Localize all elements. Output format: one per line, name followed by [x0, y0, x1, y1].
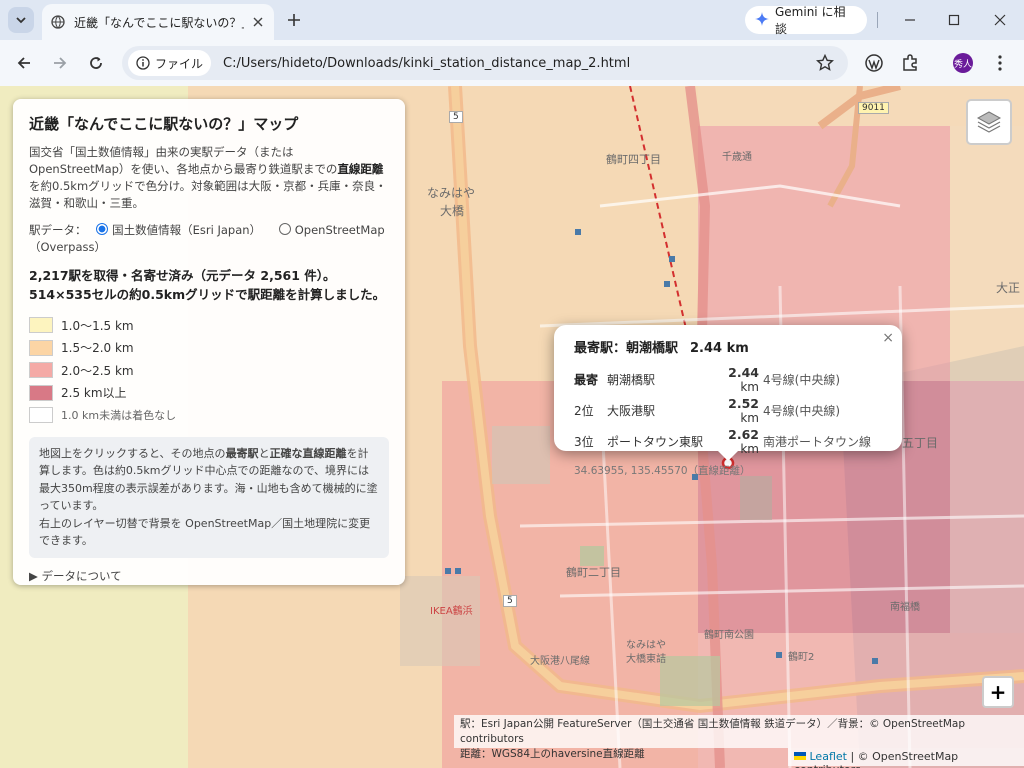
legend-swatch: [29, 317, 53, 334]
extensions-puzzle-icon[interactable]: [899, 52, 921, 74]
usage-hint: 地図上をクリックすると、その地点の最寄駅と正確な直線距離を計算します。色は約0.…: [29, 436, 389, 558]
layer-switcher-button[interactable]: [966, 99, 1012, 145]
data-details-toggle[interactable]: ▶ データについて: [29, 568, 389, 584]
forward-button[interactable]: [47, 50, 73, 76]
plus-icon: [288, 14, 300, 26]
legend-swatch: [29, 384, 53, 401]
panel-description: 国交省「国土数値情報」由来の実駅データ（または OpenStreetMap）を使…: [29, 145, 387, 210]
table-row: 2位 大阪港駅 2.52 km 4号線(中央線): [574, 396, 840, 425]
map-label: 大阪港八尾線: [530, 656, 590, 667]
browser-toolbar: ファイル C:/Users/hideto/Downloads/kinki_sta…: [0, 40, 1024, 86]
legend-swatch: [29, 339, 53, 356]
file-chip-label: ファイル: [155, 56, 204, 71]
map-label: 鶴町2: [788, 652, 815, 663]
back-button[interactable]: [11, 50, 37, 76]
map-label: 大正: [996, 281, 1021, 295]
map-label: 鶴町二丁目: [566, 566, 621, 579]
table-row: 最寄 朝潮橋駅 2.44 km 4号線(中央線): [574, 365, 840, 394]
globe-icon: [50, 14, 66, 30]
new-tab-button[interactable]: [282, 8, 306, 32]
address-bar[interactable]: ファイル C:/Users/hideto/Downloads/kinki_sta…: [122, 46, 848, 80]
station-ranking-table: 最寄 朝潮橋駅 2.44 km 4号線(中央線) 2位 大阪港駅 2.52 km…: [574, 364, 871, 457]
legend-swatch: [29, 362, 53, 379]
bookmark-star-icon[interactable]: [816, 54, 834, 72]
data-attribution: 駅：Esri Japan公開 FeatureServer（国土交通省 国土数値情…: [454, 715, 1024, 760]
reload-button[interactable]: [83, 50, 109, 76]
tab-title: 近畿「なんでここに駅ないの？」マップ: [74, 15, 244, 30]
forward-arrow-icon: [54, 57, 67, 69]
source-selector: 駅データ： 国土数値情報（Esri Japan） OpenStreetMap（O…: [29, 222, 389, 256]
map-canvas[interactable]: 鶴町四丁目 なみはや 大橋 5 5 9011 鶴町二丁目 IKEA鶴浜 南福橋 …: [0, 86, 1024, 768]
leaflet-attribution: Leaflet | © OpenStreetMap contributors: [788, 748, 1024, 768]
maximize-icon: [948, 14, 960, 26]
leaflet-link[interactable]: Leaflet: [810, 750, 847, 763]
profile-avatar[interactable]: 秀人: [953, 53, 973, 73]
legend-item: 1.0 km未満は着色なし: [29, 404, 389, 427]
source-label: 駅データ：: [29, 223, 87, 237]
gemini-button[interactable]: Gemini に相談: [745, 5, 867, 36]
divider: [877, 12, 878, 28]
maximize-button[interactable]: [942, 8, 966, 32]
source-radio-esri[interactable]: [96, 223, 109, 235]
tab-close-icon[interactable]: [250, 14, 266, 30]
map-label: なみはや: [427, 186, 476, 200]
map-label: 南福橋: [890, 602, 920, 613]
map-label: 鶴町四丁目: [606, 153, 661, 166]
route-shield: 5: [503, 595, 517, 607]
close-icon: [994, 14, 1006, 26]
source-radio-osm[interactable]: [278, 223, 291, 235]
menu-kebab-icon[interactable]: [989, 52, 1011, 74]
chevron-down-icon: [16, 17, 26, 24]
info-icon: [136, 56, 150, 70]
attribution-line-1: 駅：Esri Japan公開 FeatureServer（国土交通省 国土数値情…: [460, 718, 966, 745]
map-label: 大橋: [440, 204, 465, 218]
active-tab[interactable]: 近畿「なんでここに駅ないの？」マップ: [42, 4, 274, 40]
gemini-label: Gemini に相談: [775, 5, 846, 36]
layers-icon: [976, 111, 1002, 133]
legend-item: 2.0〜2.5 km: [29, 359, 389, 382]
back-arrow-icon: [17, 57, 30, 69]
route-shield: 5: [449, 111, 463, 123]
map-label: 五丁目: [902, 436, 939, 450]
close-window-button[interactable]: [988, 8, 1012, 32]
url-text[interactable]: C:/Users/hideto/Downloads/kinki_station_…: [223, 56, 630, 71]
map-label: IKEA鶴浜: [430, 606, 473, 617]
minimize-icon: [905, 19, 915, 21]
map-label: 大橋東詰: [626, 654, 666, 665]
ukraine-flag-icon: [794, 752, 806, 760]
reload-icon: [90, 57, 102, 69]
gemini-sparkle-icon: [755, 11, 769, 29]
station-count-text: 2,217駅を取得・名寄せ済み（元データ 2,561 件）。514×535セルの…: [29, 268, 386, 302]
minimize-button[interactable]: [898, 8, 922, 32]
popup-close-button[interactable]: ×: [882, 330, 894, 346]
clicked-coordinates: 34.63955, 135.45570（直線距離）: [574, 465, 751, 477]
map-label: 鶴町南公園: [704, 630, 754, 641]
popup-tip: [718, 451, 738, 461]
legend-item: 1.0〜1.5 km: [29, 314, 389, 337]
legend-item: 1.5〜2.0 km: [29, 337, 389, 360]
popup-heading: 最寄駅：朝潮橋駅 2.44 km: [574, 341, 749, 356]
site-info-chip[interactable]: ファイル: [128, 50, 212, 76]
map-label: 千歳通: [722, 152, 752, 163]
legend-item: 2.5 km以上: [29, 382, 389, 405]
nearest-station-popup: × 最寄駅：朝潮橋駅 2.44 km 最寄 朝潮橋駅 2.44 km 4号線(中央…: [554, 325, 902, 477]
zoom-in-button[interactable]: +: [982, 676, 1014, 708]
tab-search-button[interactable]: [8, 7, 34, 33]
source-option-esri[interactable]: 国土数値情報（Esri Japan）: [112, 223, 261, 237]
panel-title: 近畿「なんでここに駅ないの？」マップ: [29, 115, 299, 133]
info-panel: 近畿「なんでここに駅ないの？」マップ 国交省「国土数値情報」由来の実駅データ（ま…: [13, 99, 405, 585]
map-label: なみはや: [626, 640, 666, 651]
legend-swatch: [29, 407, 53, 424]
legend: 1.0〜1.5 km 1.5〜2.0 km 2.0〜2.5 km 2.5 km以…: [29, 314, 389, 427]
route-shield: 9011: [858, 102, 889, 114]
wordpress-extension-icon[interactable]: [863, 52, 885, 74]
browser-tab-bar: 近畿「なんでここに駅ないの？」マップ Gemini に相談: [0, 0, 1024, 40]
